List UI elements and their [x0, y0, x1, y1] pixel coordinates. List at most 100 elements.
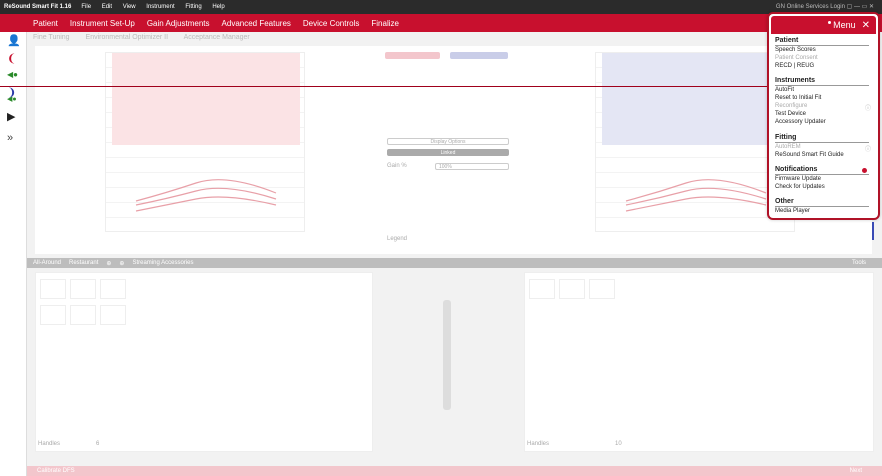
section-divider	[775, 142, 869, 143]
tab-environmental-optimizer[interactable]: Environmental Optimizer II	[86, 34, 168, 41]
app-title: ReSound Smart Fit 1.16	[4, 4, 72, 10]
grid-cell[interactable]	[559, 279, 585, 299]
left-ear-icon[interactable]: ❨	[7, 52, 16, 65]
user-icon[interactable]: 👤	[7, 34, 21, 47]
menu-item-speech-scores[interactable]: Speech Scores	[775, 47, 816, 53]
nav-instrument-setup[interactable]: Instrument Set-Up	[70, 19, 135, 28]
expand-icon[interactable]: »	[7, 132, 13, 144]
nav-device-controls[interactable]: Device Controls	[303, 19, 359, 28]
app-menu: File Edit View Instrument Fitting Help	[81, 4, 233, 10]
scroll-indicator-2[interactable]	[872, 222, 874, 240]
handles-label: Handles	[38, 441, 61, 447]
connection-icon: ◀●	[7, 70, 18, 79]
menu-item-autofit[interactable]: AutoFit	[775, 87, 794, 93]
program-bar: All-Around Restaurant ⊕ ⊕ Streaming Acce…	[27, 258, 882, 268]
menu-file[interactable]: File	[81, 4, 91, 10]
nav-patient[interactable]: Patient	[33, 19, 58, 28]
tools-button[interactable]: Tools	[852, 260, 866, 266]
bottom-bar: Calibrate DFS Next	[27, 466, 882, 476]
menu-item-test-device[interactable]: Test Device	[775, 111, 806, 117]
grid-cell[interactable]	[70, 305, 96, 325]
status-icon: ◀●	[7, 96, 17, 103]
gain-curves	[135, 179, 277, 212]
gain-label: Gain %	[387, 163, 407, 169]
charts-panel: Display Options Linked Gain % 100% Legen…	[35, 46, 872, 254]
program-streaming-accessories[interactable]: Streaming Accessories	[132, 260, 193, 266]
menu-item-reset-initial-fit[interactable]: Reset to Initial Fit	[775, 95, 821, 101]
handles-value[interactable]: 6	[96, 441, 99, 447]
subtabs: Fine Tuning Environmental Optimizer II A…	[33, 34, 264, 41]
menu-header: Menu ✕	[771, 16, 876, 34]
divider-line	[0, 86, 770, 87]
nav-advanced-features[interactable]: Advanced Features	[222, 19, 291, 28]
tab-acceptance-manager[interactable]: Acceptance Manager	[184, 34, 250, 41]
handles-value-left[interactable]: 10	[615, 441, 622, 447]
section-fitting: Fitting	[775, 134, 797, 141]
display-options-button[interactable]: Display Options	[387, 138, 509, 145]
section-divider	[775, 85, 869, 86]
section-other: Other	[775, 198, 794, 205]
nav-finalize[interactable]: Finalize	[371, 19, 399, 28]
fine-tuning-content: Fine Tuning Environmental Optimizer II A…	[27, 32, 882, 476]
menu-item-patient-consent: Patient Consent	[775, 55, 818, 61]
left-gain-grid: Handles 10	[524, 272, 874, 452]
menu-item-accessory-updater[interactable]: Accessory Updater	[775, 119, 826, 125]
section-patient: Patient	[775, 37, 799, 44]
grid-cell[interactable]	[529, 279, 555, 299]
right-ear-chart	[105, 52, 305, 232]
menu-item-media-player[interactable]: Media Player	[775, 208, 810, 214]
grid-cell[interactable]	[100, 305, 126, 325]
right-gain-grid: Handles 6	[35, 272, 373, 452]
left-sidebar: 👤 ❨ ◀● ❩ ◀● ▶ »	[0, 32, 27, 476]
section-divider	[775, 45, 869, 46]
grid-cell[interactable]	[70, 279, 96, 299]
section-divider	[775, 174, 869, 175]
program-restaurant[interactable]: Restaurant	[69, 260, 98, 266]
grid-cell[interactable]	[40, 279, 66, 299]
next-button[interactable]: Next	[850, 468, 862, 474]
info-icon[interactable]: ⓘ	[865, 144, 871, 153]
menu-view[interactable]: View	[123, 4, 136, 10]
add-program-icon[interactable]: ⊕	[106, 260, 111, 267]
menu-panel: Menu ✕ Patient Speech Scores Patient Con…	[767, 12, 880, 220]
section-instruments: Instruments	[775, 77, 816, 84]
notification-dot-icon	[828, 21, 831, 24]
gain-select[interactable]: 100%	[435, 163, 509, 170]
menu-item-check-updates[interactable]: Check for Updates	[775, 184, 825, 190]
section-notifications: Notifications	[775, 166, 818, 173]
close-icon[interactable]: ✕	[862, 20, 870, 31]
menu-instrument[interactable]: Instrument	[146, 4, 174, 10]
section-divider	[775, 206, 869, 207]
notification-badge	[862, 168, 867, 173]
play-icon[interactable]: ▶	[7, 110, 15, 123]
legend-label: Legend	[387, 236, 408, 242]
menu-item-reconfigure: Reconfigure	[775, 103, 808, 109]
linked-toggle[interactable]: Linked	[387, 149, 509, 156]
menu-help[interactable]: Help	[212, 4, 224, 10]
menu-fitting[interactable]: Fitting	[185, 4, 201, 10]
gain-curves-left	[625, 179, 767, 212]
grid-cell[interactable]	[100, 279, 126, 299]
left-ear-chart	[595, 52, 795, 232]
main-nav: Patient Instrument Set-Up Gain Adjustmen…	[0, 14, 882, 32]
handles-label-left: Handles	[527, 441, 550, 447]
grid-cell[interactable]	[40, 305, 66, 325]
grid-cell[interactable]	[589, 279, 615, 299]
calibrate-dfs-button[interactable]: Calibrate DFS	[37, 468, 75, 474]
menu-item-firmware-update[interactable]: Firmware Update	[775, 176, 821, 182]
info-icon[interactable]: ⓘ	[865, 103, 871, 112]
left-mode-button[interactable]	[385, 52, 440, 59]
menu-item-recd-reug[interactable]: REC​D | REUG	[775, 63, 814, 69]
program-all-around[interactable]: All-Around	[33, 260, 61, 266]
online-services-login[interactable]: GN Online Services Login ▢ — ▭ ✕	[776, 3, 874, 10]
add-streaming-icon[interactable]: ⊕	[119, 260, 124, 267]
level-slider[interactable]	[443, 300, 451, 410]
tab-fine-tuning[interactable]: Fine Tuning	[33, 34, 70, 41]
menu-edit[interactable]: Edit	[102, 4, 112, 10]
right-mode-button[interactable]	[450, 52, 508, 59]
menu-item-autorem: AutoREM	[775, 144, 801, 150]
menu-title: Menu	[833, 20, 856, 30]
title-bar: ReSound Smart Fit 1.16 File Edit View In…	[0, 0, 882, 14]
nav-gain-adjustments[interactable]: Gain Adjustments	[147, 19, 210, 28]
menu-item-smart-fit-guide[interactable]: ReSound Smart Fit Guide	[775, 152, 844, 158]
